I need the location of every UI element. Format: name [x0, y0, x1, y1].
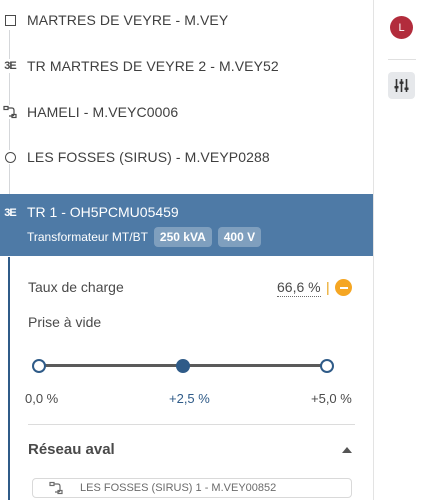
- tree-node-martres-de-veyre[interactable]: MARTRES DE VEYRE - M.VEY: [0, 6, 373, 34]
- downstream-item-label: LES FOSSES (SIRUS) 1 - M.VEY00852: [80, 482, 277, 494]
- branch-connector-icon: [3, 105, 17, 119]
- downstream-item[interactable]: LES FOSSES (SIRUS) 1 - M.VEY00852: [32, 478, 352, 498]
- tree-node-label: HAMELI - M.VEYC0006: [27, 104, 179, 120]
- power-badge: 250 kVA: [153, 227, 212, 247]
- detail-connector-line: [8, 257, 10, 500]
- minus-circle-icon[interactable]: [335, 279, 352, 296]
- tap-slider-handle[interactable]: [176, 359, 190, 373]
- downstream-network-title: Réseau aval: [28, 441, 115, 458]
- tree-node-les-fosses[interactable]: LES FOSSES (SIRUS) - M.VEYP0288: [0, 143, 373, 171]
- tree-node-tr-martres-de-veyre-2[interactable]: 3E TR MARTRES DE VEYRE 2 - M.VEY52: [0, 52, 373, 80]
- no-load-tap-label: Prise à vide: [28, 314, 102, 330]
- network-tree: MARTRES DE VEYRE - M.VEY 3E TR MARTRES D…: [0, 0, 373, 500]
- tree-node-hameli[interactable]: HAMELI - M.VEYC0006: [0, 98, 373, 126]
- tap-slider-stop-2[interactable]: [320, 359, 334, 373]
- user-avatar[interactable]: L: [390, 16, 413, 39]
- selected-node-title: TR 1 - OH5PCMU05459: [27, 204, 179, 220]
- chevron-up-icon[interactable]: [342, 447, 352, 453]
- voltage-badge: 400 V: [217, 227, 262, 247]
- circle-node-icon: [3, 150, 17, 164]
- tap-slider-stop-0[interactable]: [32, 359, 46, 373]
- tap-tick-label: +5,0 %: [311, 391, 352, 406]
- equipment-type: Transformateur MT/BT: [27, 230, 148, 244]
- tree-node-selected-tr1[interactable]: 3E TR 1 - OH5PCMU05459 Transformateur MT…: [0, 194, 373, 256]
- transformer-icon: 3E: [3, 59, 17, 73]
- tree-node-label: TR MARTRES DE VEYRE 2 - M.VEY52: [27, 58, 279, 74]
- load-rate-value[interactable]: 66,6 %: [277, 279, 321, 297]
- tap-tick-label: 0,0 %: [25, 391, 59, 406]
- tap-tick-label-selected: +2,5 %: [169, 391, 210, 406]
- load-rate-label: Taux de charge: [28, 279, 124, 295]
- selected-node-info: Transformateur MT/BT 250 kVA 400 V: [27, 227, 267, 247]
- sliders-icon[interactable]: [388, 72, 415, 99]
- tree-node-label: LES FOSSES (SIRUS) - M.VEYP0288: [27, 149, 270, 165]
- right-toolbar: L: [373, 0, 428, 500]
- tree-node-label: MARTRES DE VEYRE - M.VEY: [27, 12, 229, 28]
- load-separator: |: [326, 279, 330, 295]
- toolbar-divider: [388, 59, 416, 60]
- branch-connector-icon: [48, 481, 64, 495]
- square-node-icon: [3, 13, 17, 27]
- section-divider: [28, 424, 355, 425]
- transformer-icon: 3E: [4, 206, 17, 219]
